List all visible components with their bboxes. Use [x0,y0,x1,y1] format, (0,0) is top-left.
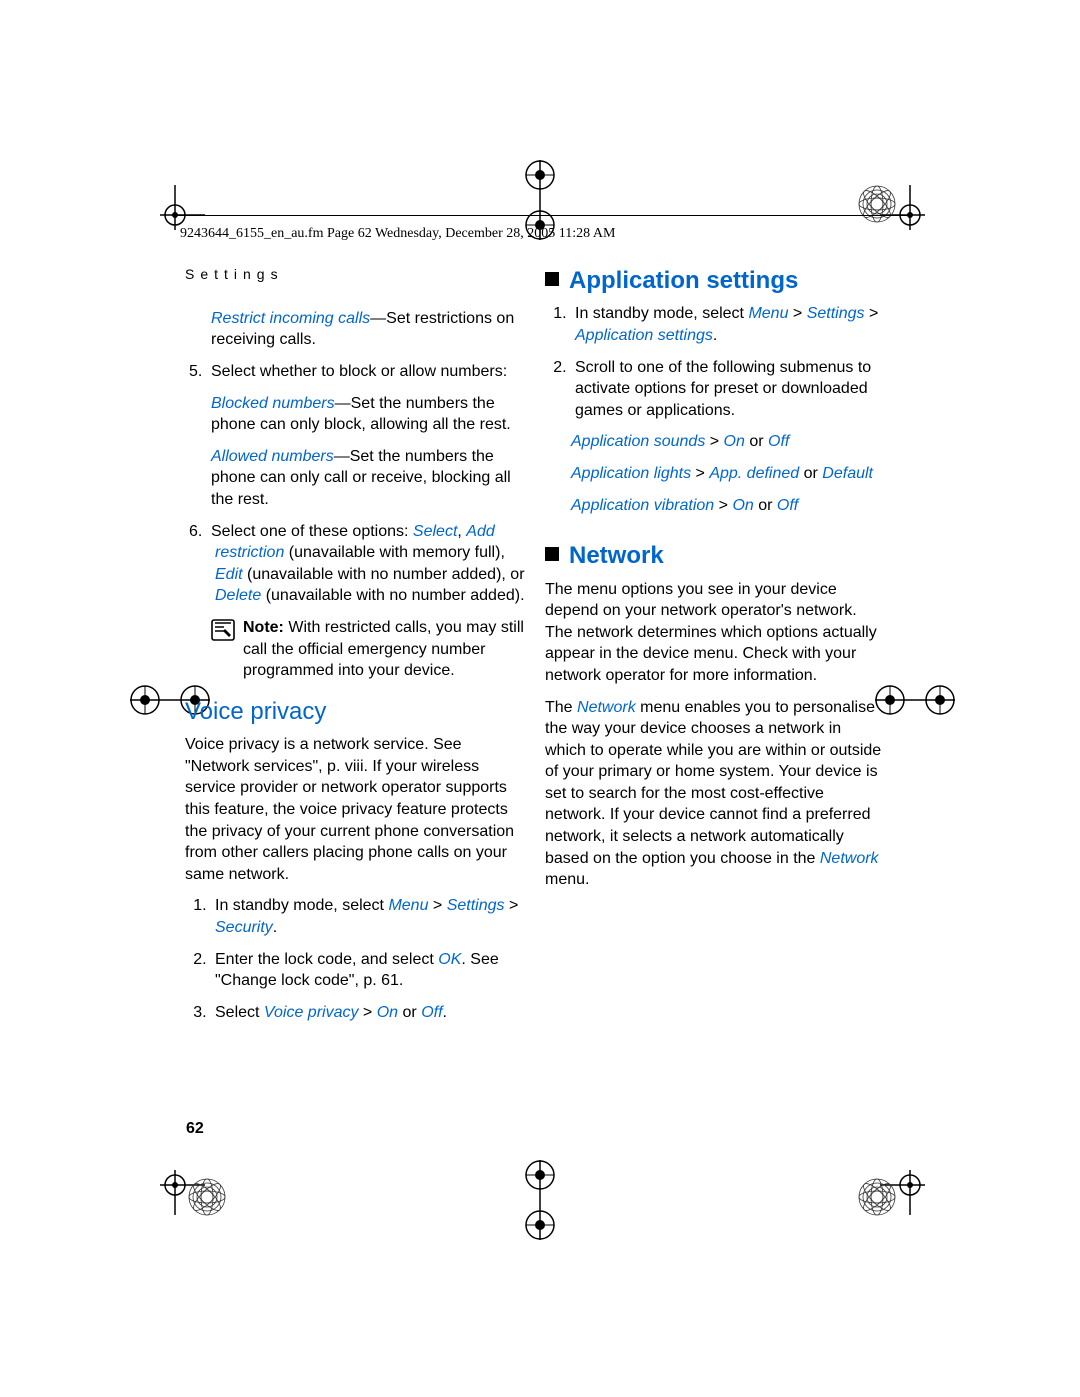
content: Settings Restrict incoming calls—Set res… [185,265,885,1033]
network-p1: The menu options you see in your device … [545,579,885,687]
square-bullet-icon [545,547,559,561]
note-text: Note: With restricted calls, you may sti… [243,617,525,682]
app-sounds-option: Application sounds > On or Off [571,431,885,453]
voice-privacy-body: Voice privacy is a network service. See … [185,734,525,885]
right-column: Application settings In standby mode, se… [545,265,885,1033]
left-column: Settings Restrict incoming calls—Set res… [185,265,525,1033]
app-lights-option: Application lights > App. defined or Def… [571,463,885,485]
page-number: 62 [186,1120,204,1138]
restrict-option: Restrict incoming calls—Set restrictions… [211,308,525,351]
spiro-tr [855,182,899,226]
blocked-option: Blocked numbers—Set the numbers the phon… [211,393,525,436]
list-item-5: Select whether to block or allow numbers… [211,361,525,383]
continued-list-2: Select one of these options: Select, Add… [211,521,525,607]
app-step-2: Scroll to one of the following submenus … [571,357,885,422]
app-settings-steps: In standby mode, select Menu > Settings … [571,303,885,421]
voice-privacy-heading: Voice privacy [185,696,525,728]
app-step-1: In standby mode, select Menu > Settings … [571,303,885,346]
target-pair-right [875,670,955,730]
vp-step-1: In standby mode, select Menu > Settings … [211,895,525,938]
allowed-option: Allowed numbers—Set the numbers the phon… [211,446,525,511]
continued-list: Select whether to block or allow numbers… [211,361,525,383]
vp-step-3: Select Voice privacy > On or Off. [211,1002,525,1024]
target-pair-bottom [510,1160,570,1240]
header-text: 9243644_6155_en_au.fm Page 62 Wednesday,… [180,226,615,242]
spiro-bl [185,1175,229,1219]
document-page: 9243644_6155_en_au.fm Page 62 Wednesday,… [0,0,1080,1397]
header-rule [172,215,908,216]
note-block: Note: With restricted calls, you may sti… [211,617,525,682]
section-label: Settings [185,265,525,284]
app-vibration-option: Application vibration > On or Off [571,495,885,517]
note-icon [211,619,237,648]
application-settings-heading: Application settings [545,265,885,297]
vp-step-2: Enter the lock code, and select OK. See … [211,949,525,992]
spiro-br [855,1175,899,1219]
square-bullet-icon [545,272,559,286]
network-p2: The Network menu enables you to personal… [545,697,885,891]
voice-privacy-steps: In standby mode, select Menu > Settings … [211,895,525,1023]
list-item-6: Select one of these options: Select, Add… [211,521,525,607]
network-heading: Network [545,540,885,572]
